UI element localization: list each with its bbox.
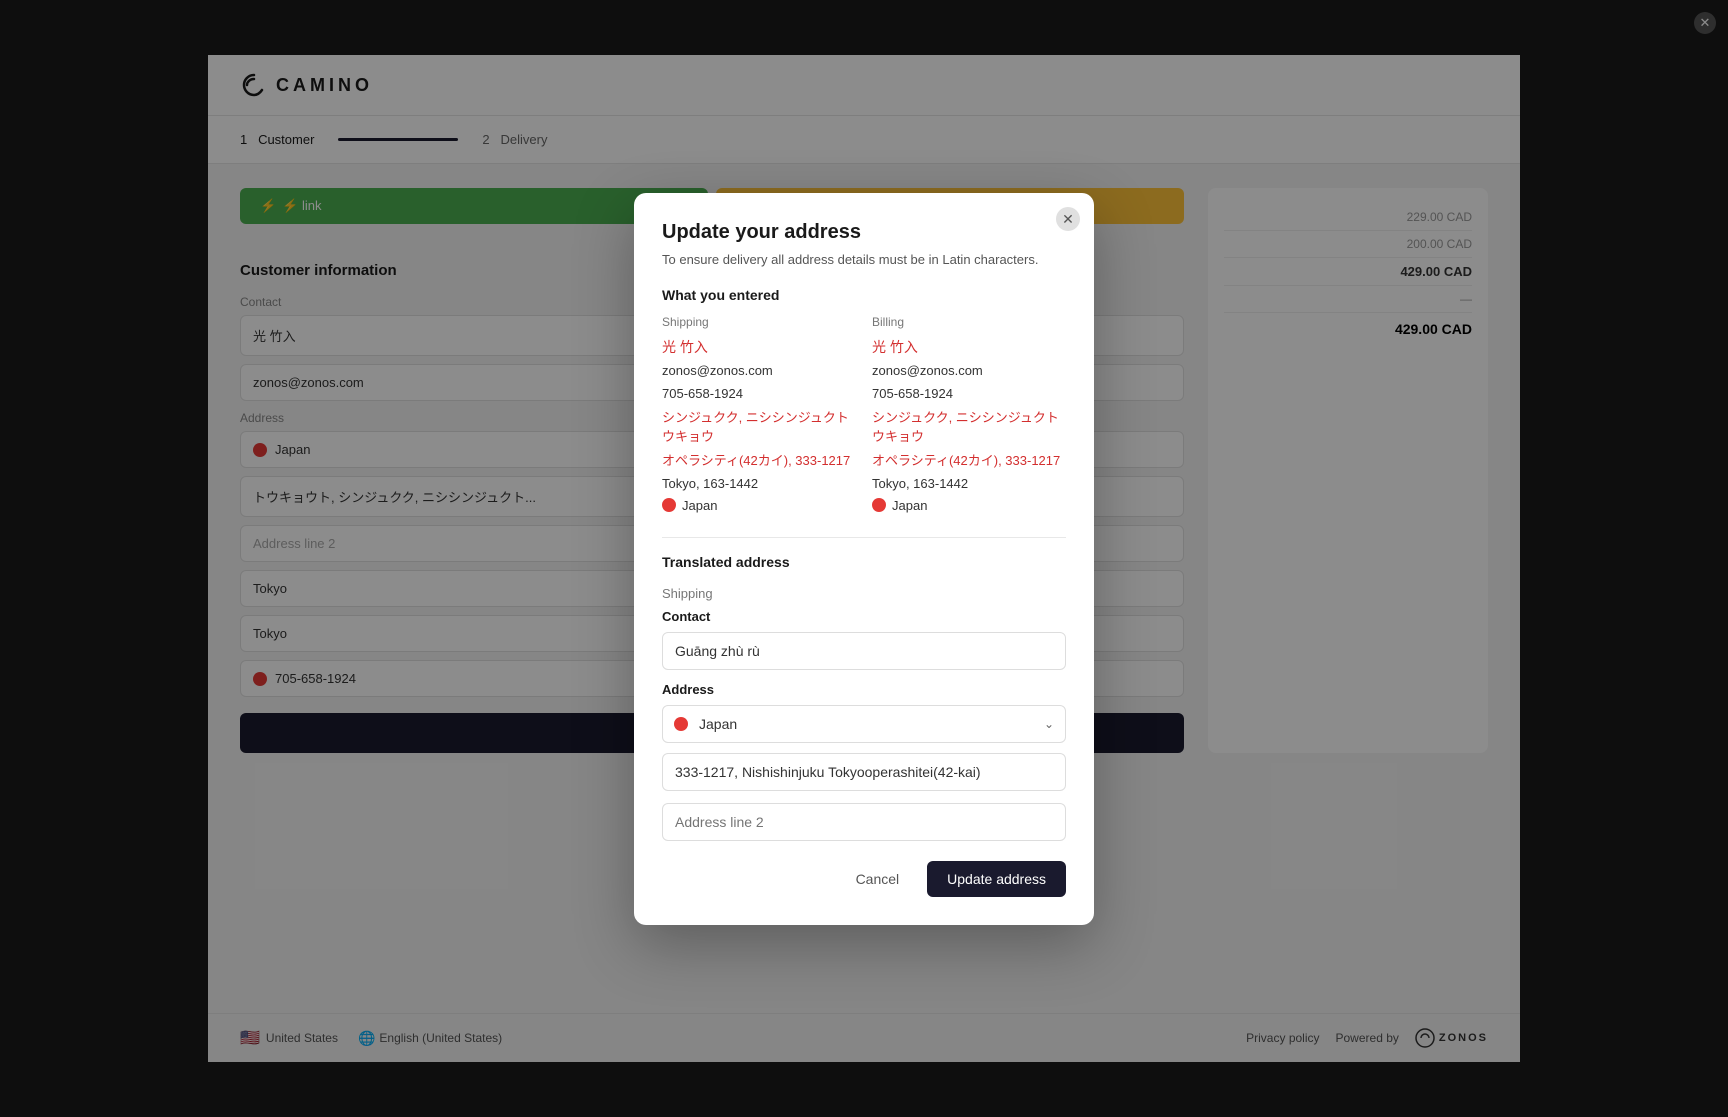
billing-country: Japan — [872, 498, 1066, 513]
translated-contact-label: Contact — [662, 609, 1066, 624]
update-address-modal: ✕ Update your address To ensure delivery… — [634, 193, 1094, 925]
shipping-address2: オペラシティ(42カイ), 333-1217 — [662, 451, 856, 471]
cancel-button[interactable]: Cancel — [840, 861, 916, 897]
shipping-japan-flag — [662, 498, 676, 512]
country-select-wrapper: Japan United States Canada ⌄ — [662, 705, 1066, 743]
shipping-city-state: Tokyo, 163-1442 — [662, 474, 856, 494]
modal-close-button[interactable]: ✕ — [1056, 207, 1080, 231]
update-address-button[interactable]: Update address — [927, 861, 1066, 897]
billing-japan-flag — [872, 498, 886, 512]
shipping-address1: シンジュクク, ニシシンジュクトウキョウ — [662, 408, 856, 447]
address-line1-input[interactable] — [662, 753, 1066, 791]
address-line2-input[interactable] — [662, 803, 1066, 841]
billing-email: zonos@zonos.com — [872, 361, 1066, 381]
modal-overlay: ✕ Update your address To ensure delivery… — [0, 0, 1728, 1117]
modal-actions: Cancel Update address — [662, 861, 1066, 897]
contact-input[interactable] — [662, 632, 1066, 670]
modal-divider — [662, 537, 1066, 538]
billing-col-title: Billing — [872, 315, 1066, 329]
translated-shipping-label: Shipping — [662, 586, 1066, 601]
billing-name: 光 竹入 — [872, 337, 1066, 357]
entered-billing-col: Billing 光 竹入 zonos@zonos.com 705-658-192… — [872, 315, 1066, 513]
translated-address-label-2: Address — [662, 682, 1066, 697]
shipping-country: Japan — [662, 498, 856, 513]
billing-phone: 705-658-1924 — [872, 384, 1066, 404]
modal-title: Update your address — [662, 221, 1066, 244]
shipping-col-title: Shipping — [662, 315, 856, 329]
shipping-name: 光 竹入 — [662, 337, 856, 357]
translated-address-label: Translated address — [662, 554, 1066, 570]
billing-city-state: Tokyo, 163-1442 — [872, 474, 1066, 494]
entered-grid: Shipping 光 竹入 zonos@zonos.com 705-658-19… — [662, 315, 1066, 513]
billing-address1: シンジュクク, ニシシンジュクトウキョウ — [872, 408, 1066, 447]
shipping-country-label: Japan — [682, 498, 717, 513]
modal-subtitle: To ensure delivery all address details m… — [662, 252, 1066, 267]
entered-shipping-col: Shipping 光 竹入 zonos@zonos.com 705-658-19… — [662, 315, 856, 513]
what-you-entered-label: What you entered — [662, 287, 1066, 303]
billing-country-label: Japan — [892, 498, 927, 513]
billing-address2: オペラシティ(42カイ), 333-1217 — [872, 451, 1066, 471]
shipping-email: zonos@zonos.com — [662, 361, 856, 381]
shipping-phone: 705-658-1924 — [662, 384, 856, 404]
country-select[interactable]: Japan United States Canada — [662, 705, 1066, 743]
